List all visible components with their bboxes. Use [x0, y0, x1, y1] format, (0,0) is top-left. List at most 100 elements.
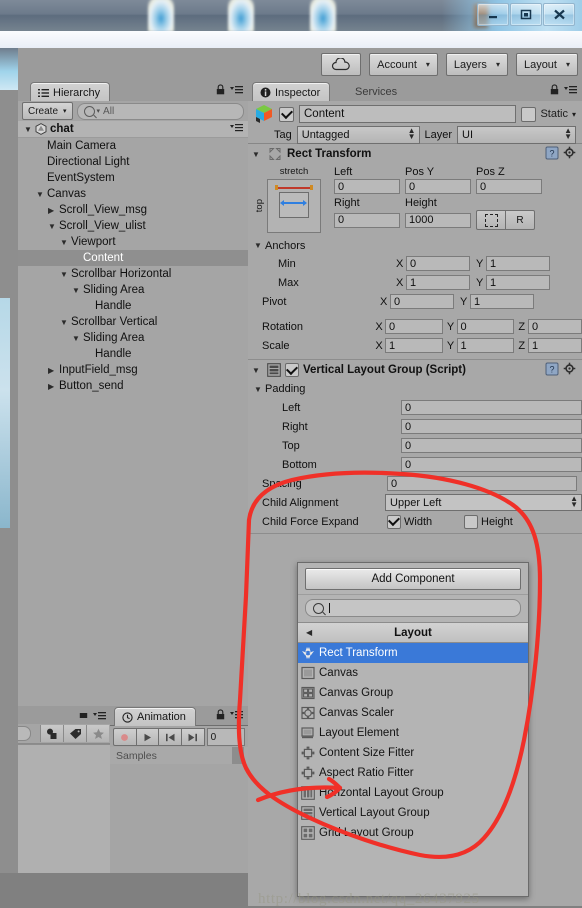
hierarchy-item-sliding-area[interactable]: ▼ Sliding Area	[18, 330, 248, 346]
scale-z-input[interactable]: 1	[527, 338, 582, 353]
tag-dropdown[interactable]: Untagged ▲ ▼	[296, 125, 420, 144]
hierarchy-item-handle[interactable]: Handle	[18, 298, 248, 314]
tab-inspector[interactable]: Inspector	[252, 82, 331, 102]
layers-button[interactable]: Layers ▾	[445, 53, 508, 76]
collapse-triangle-icon[interactable]: ▼	[60, 238, 71, 247]
project-search-stub[interactable]	[18, 725, 40, 742]
create-button[interactable]: Create ▾	[22, 102, 73, 120]
pivot-y-input[interactable]: 1	[470, 294, 534, 309]
right-input[interactable]: 0	[334, 212, 400, 228]
add-component-item-rect-transform[interactable]: Rect Transform	[298, 643, 528, 663]
hierarchy-item-sliding-area[interactable]: ▼ Sliding Area	[18, 282, 248, 298]
add-component-search-input[interactable]	[305, 599, 521, 617]
scale-y-input[interactable]: 1	[456, 338, 515, 353]
hierarchy-item-chat[interactable]: ▼ chat	[18, 121, 248, 138]
padding-left-input[interactable]: 0	[400, 400, 582, 415]
chevron-down-icon[interactable]: ▾	[572, 110, 576, 119]
hierarchy-item-scroll-view-ulist[interactable]: ▼ Scroll_View_ulist	[18, 218, 248, 234]
gear-icon[interactable]	[563, 146, 577, 163]
hierarchy-item-handle[interactable]: Handle	[18, 346, 248, 362]
collapse-triangle-icon[interactable]: ▼	[72, 286, 83, 295]
lock-icon[interactable]	[79, 709, 88, 720]
hierarchy-item-content[interactable]: Content	[18, 250, 248, 266]
anchors-foldout[interactable]: ▼ Anchors	[248, 237, 582, 254]
layer-dropdown[interactable]: UI ▲ ▼	[457, 125, 576, 144]
add-component-item-canvas[interactable]: Canvas	[298, 663, 528, 683]
add-component-item-content-size-fitter[interactable]: Content Size Fitter	[298, 743, 528, 763]
expand-triangle-icon[interactable]: ▼	[252, 366, 263, 375]
padding-bottom-input[interactable]: 0	[400, 457, 582, 472]
hierarchy-item-canvas[interactable]: ▼ Canvas	[18, 186, 248, 202]
add-component-item-canvas-group[interactable]: Canvas Group	[298, 683, 528, 703]
add-component-category-header[interactable]: ◀ Layout	[298, 622, 528, 643]
label-filter-button[interactable]	[63, 725, 86, 742]
raw-edit-button[interactable]: R	[506, 210, 535, 230]
hierarchy-search-input[interactable]: ▾ All	[76, 102, 244, 120]
left-input[interactable]: 0	[334, 179, 400, 194]
anchor-min-y-input[interactable]: 1	[486, 256, 550, 271]
gameobject-name-input[interactable]: Content	[299, 105, 517, 123]
lock-icon[interactable]	[550, 84, 559, 95]
collapse-triangle-icon[interactable]: ▼	[60, 270, 71, 279]
static-toggle-group[interactable]: Static ▾	[521, 106, 576, 122]
posz-input[interactable]: 0	[476, 179, 542, 194]
padding-top-input[interactable]: 0	[400, 438, 582, 453]
pivot-x-input[interactable]: 0	[390, 294, 454, 309]
object-filter-button[interactable]	[40, 725, 63, 742]
help-icon[interactable]: ?	[545, 362, 559, 379]
cloud-button[interactable]	[321, 53, 362, 76]
hierarchy-item-scroll-view-msg[interactable]: ▶ Scroll_View_msg	[18, 202, 248, 218]
maximize-button[interactable]	[510, 3, 542, 26]
height-input[interactable]: 1000	[405, 212, 471, 228]
padding-foldout[interactable]: ▼ Padding	[248, 380, 582, 398]
expand-triangle-icon[interactable]: ▼	[254, 385, 265, 394]
gear-icon[interactable]	[563, 362, 577, 379]
hierarchy-tree[interactable]: ▼ chat Main Camera Directional Light EventSy…	[18, 121, 248, 706]
help-icon[interactable]: ?	[545, 146, 559, 163]
animation-scrollbar[interactable]	[232, 747, 244, 764]
layout-button[interactable]: Layout ▾	[515, 53, 578, 76]
play-button[interactable]	[136, 728, 160, 746]
add-component-button[interactable]: Add Component	[305, 568, 521, 590]
vertical-layout-group-header[interactable]: ▼ Vertical Layout Group (Script) ?	[248, 360, 582, 380]
add-component-item-aspect-ratio-fitter[interactable]: Aspect Ratio Fitter	[298, 763, 528, 783]
add-component-item-grid-layout-group[interactable]: Grid Layout Group	[298, 823, 528, 843]
hierarchy-item-inputfield-msg[interactable]: ▶ InputField_msg	[18, 362, 248, 378]
panel-menu-icon[interactable]	[230, 85, 243, 94]
expand-triangle-icon[interactable]: ▼	[252, 150, 263, 159]
expand-triangle-icon[interactable]: ▶	[48, 366, 59, 375]
next-frame-button[interactable]	[181, 728, 205, 746]
force-expand-width-checkbox[interactable]	[387, 514, 401, 529]
scale-x-input[interactable]: 1	[385, 338, 443, 353]
tab-animation[interactable]: Animation	[114, 707, 196, 726]
add-component-list[interactable]: Rect Transform Canvas Canvas Group Canvas S…	[298, 643, 528, 843]
anchor-max-y-input[interactable]: 1	[486, 275, 550, 290]
vertical-layout-group-enabled-checkbox[interactable]	[285, 363, 299, 377]
spacing-input[interactable]: 0	[387, 476, 577, 491]
lock-icon[interactable]	[216, 709, 225, 720]
hierarchy-item-button-send[interactable]: ▶ Button_send	[18, 378, 248, 394]
expand-triangle-icon[interactable]: ▼	[254, 241, 265, 250]
hierarchy-item-main-camera[interactable]: Main Camera	[18, 138, 248, 154]
static-checkbox[interactable]	[521, 106, 537, 122]
padding-right-input[interactable]: 0	[400, 419, 582, 434]
account-button[interactable]: Account ▾	[369, 53, 438, 76]
posy-input[interactable]: 0	[405, 179, 471, 194]
blueprint-mode-button[interactable]	[476, 210, 506, 230]
gameobject-enabled-checkbox[interactable]	[279, 106, 294, 122]
panel-menu-icon[interactable]	[230, 710, 243, 719]
panel-menu-icon[interactable]	[564, 85, 577, 94]
force-expand-height-checkbox[interactable]	[464, 514, 478, 529]
rect-transform-header[interactable]: ▼ Rect Transform ?	[248, 144, 582, 164]
collapse-triangle-icon[interactable]: ▼	[48, 222, 59, 231]
lock-icon[interactable]	[216, 84, 225, 95]
expand-triangle-icon[interactable]: ▶	[48, 206, 59, 215]
collapse-triangle-icon[interactable]: ▼	[24, 125, 35, 134]
record-button[interactable]	[113, 728, 137, 746]
hierarchy-item-directional-light[interactable]: Directional Light	[18, 154, 248, 170]
add-component-item-horizontal-layout-group[interactable]: Horizontal Layout Group	[298, 783, 528, 803]
hierarchy-item-scrollbar-horizontal[interactable]: ▼ Scrollbar Horizontal	[18, 266, 248, 282]
rotation-x-input[interactable]: 0	[385, 319, 443, 334]
hierarchy-item-eventsystem[interactable]: EventSystem	[18, 170, 248, 186]
hierarchy-item-viewport[interactable]: ▼ Viewport	[18, 234, 248, 250]
